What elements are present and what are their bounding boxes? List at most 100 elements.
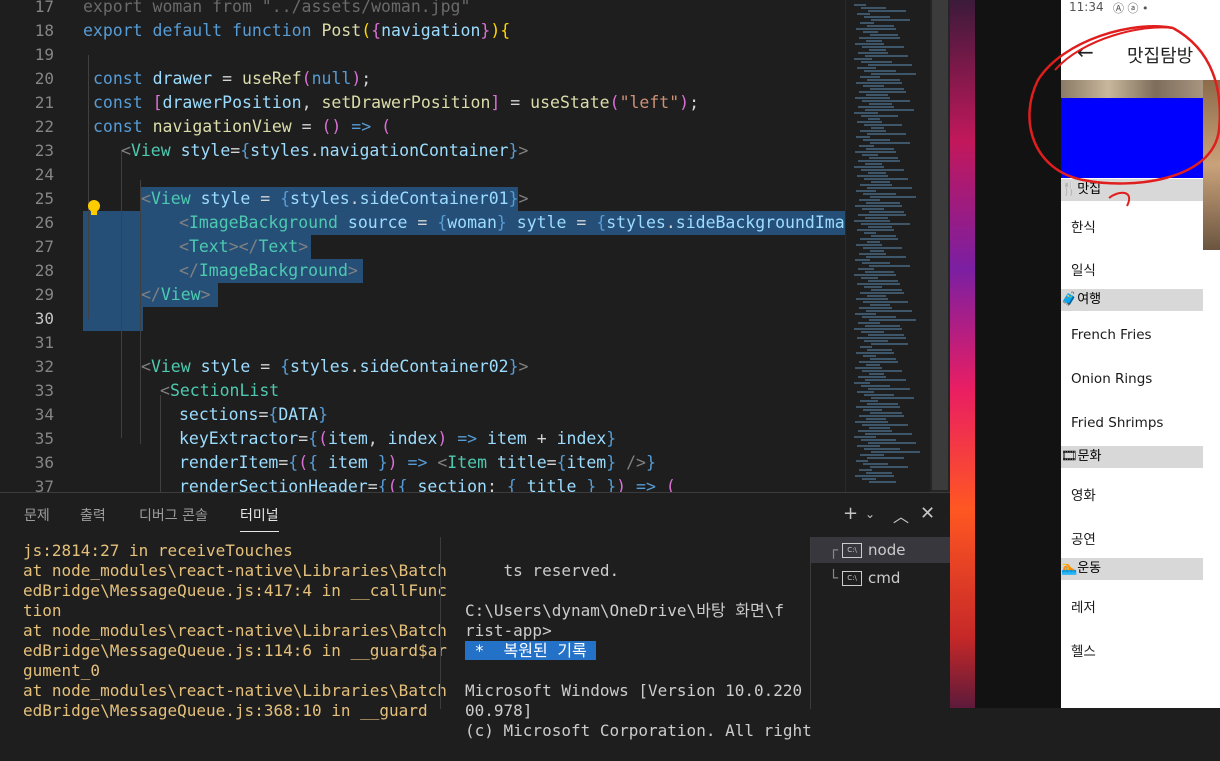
minimap-line xyxy=(860,454,884,456)
code-line[interactable]: const [drawerPosition, setDrawerPosition… xyxy=(93,91,699,115)
minimap-line xyxy=(867,187,912,189)
minimap-line xyxy=(870,304,890,306)
minimap-line xyxy=(866,202,900,204)
list-item[interactable]: 일식 xyxy=(1071,259,1096,279)
line-number: 19 xyxy=(34,45,54,64)
new-terminal-icon[interactable]: + xyxy=(843,503,858,524)
minimap-line xyxy=(858,268,874,270)
code-line[interactable]: <View style={styles.navigationContainer}… xyxy=(121,139,528,163)
indent-guide xyxy=(121,150,122,438)
minimap-line xyxy=(854,382,870,384)
minimap-line xyxy=(871,73,916,75)
minimap-line xyxy=(854,112,878,114)
section-title: 문화 xyxy=(1077,449,1102,464)
minimap-line xyxy=(865,217,888,219)
code-line[interactable]: renderSectionHeader={({ section: { title… xyxy=(179,475,676,492)
code-line[interactable]: </View> xyxy=(141,283,211,307)
terminal-output-right[interactable]: ts reserved. C:\Users\dynam\OneDrive\바탕 … xyxy=(465,541,812,761)
editor-scrollbar-thumb[interactable] xyxy=(932,0,948,490)
minimap-line xyxy=(862,316,896,318)
minimap-line xyxy=(863,463,888,465)
terminal-text: ts reserved. C:\Users\dynam\OneDrive\바탕 … xyxy=(465,561,784,640)
close-icon[interactable]: ✕ xyxy=(920,503,935,524)
code-line[interactable]: </ImageBackground> xyxy=(179,259,358,283)
lightbulb-icon[interactable] xyxy=(86,199,102,217)
code-line[interactable]: <View style = {styles.sideContainer02}> xyxy=(141,355,528,379)
maximize-panel-icon[interactable]: ︿ xyxy=(893,503,909,527)
terminal-item-cmd[interactable]: └ C:\ cmd xyxy=(811,565,951,591)
minimap-line xyxy=(856,406,900,408)
minimap-line xyxy=(870,412,902,414)
minimap-line xyxy=(854,328,902,330)
terminal-item-node[interactable]: ┌ C:\ node xyxy=(811,537,951,563)
minimap-line xyxy=(863,247,902,249)
minimap-line xyxy=(857,175,888,177)
minimap-line xyxy=(855,367,882,369)
minimap-line xyxy=(868,226,892,228)
chevron-down-icon[interactable]: ⌄ xyxy=(865,507,875,521)
tab-debug-console[interactable]: 디버그 콘솔 xyxy=(139,505,208,525)
desktop-wallpaper xyxy=(950,0,975,708)
minimap-line xyxy=(856,298,888,300)
minimap-line xyxy=(857,391,874,393)
indent-guide xyxy=(160,395,161,492)
list-item[interactable]: Fried Shrimps xyxy=(1071,415,1163,431)
minimap-line xyxy=(865,271,894,273)
code-line[interactable]: const drawer = useRef(null); xyxy=(93,67,371,91)
code-editor[interactable]: 17 18 19 20 21 22 23 24 25 26 27 28 29 30 31 32 33 34 35 36… xyxy=(0,0,845,492)
minimap-line xyxy=(856,136,870,138)
minimap-line xyxy=(854,436,876,438)
terminal-text-2: Microsoft Windows [Version 10.0.220 00.9… xyxy=(465,681,812,740)
tree-connector: └ xyxy=(829,569,839,587)
code-line[interactable]: export default function Post({navigation… xyxy=(83,19,510,43)
tab-output[interactable]: 출력 xyxy=(80,505,106,525)
list-item[interactable]: 레저 xyxy=(1071,596,1096,616)
minimap-line xyxy=(865,55,908,57)
minimap-line xyxy=(866,472,892,474)
section-title: 운동 xyxy=(1077,561,1102,576)
minimap-line xyxy=(864,124,902,126)
minimap-line xyxy=(854,4,866,6)
minimap-line xyxy=(858,322,880,324)
minimap-line xyxy=(870,466,908,468)
code-line[interactable]: renderItem={({ item }) => <Item title={i… xyxy=(179,451,656,475)
code-line[interactable]: const navigationView = () => ( xyxy=(93,115,391,139)
minimap-line xyxy=(862,100,910,102)
list-item[interactable]: Onion Rings xyxy=(1071,371,1152,387)
list-item[interactable]: 공연 xyxy=(1071,528,1096,548)
line-number: 30 xyxy=(34,309,54,328)
minimap-line xyxy=(868,442,916,444)
terminal-split-divider[interactable] xyxy=(440,537,441,709)
code-line[interactable]: keyExtractor={(item, index) => item + in… xyxy=(179,427,616,451)
minimap-line xyxy=(855,151,896,153)
terminal-output-left[interactable]: js:2814:27 in receiveTouches at node_mod… xyxy=(23,541,447,721)
code-line[interactable]: export woman from "../assets/woman.jpg" xyxy=(83,0,470,19)
code-line[interactable]: sections={DATA} xyxy=(179,403,328,427)
minimap-line xyxy=(856,244,882,246)
line-number: 36 xyxy=(34,453,54,472)
code-line[interactable]: <Text></Text> xyxy=(179,235,308,259)
minimap-line xyxy=(870,142,910,144)
minimap-line xyxy=(856,460,868,462)
line-number: 17 xyxy=(34,0,54,16)
minimap-line xyxy=(857,229,894,231)
list-item[interactable]: French Fries xyxy=(1071,327,1152,343)
line-number: 34 xyxy=(34,405,54,424)
code-line[interactable]: <View style = {styles.sideContainer01}> xyxy=(141,187,528,211)
list-item[interactable]: 헬스 xyxy=(1071,640,1096,660)
code-line[interactable]: <SectionList xyxy=(160,379,279,403)
list-item[interactable]: 영화 xyxy=(1071,484,1096,504)
minimap-line xyxy=(864,340,888,342)
minimap-line xyxy=(869,49,886,51)
minimap-line xyxy=(859,145,874,147)
minimap-line xyxy=(854,58,872,60)
minimap-line xyxy=(864,448,900,450)
list-item[interactable]: 한식 xyxy=(1071,216,1096,236)
tab-problems[interactable]: 문제 xyxy=(24,505,50,525)
tab-terminal[interactable]: 터미널 xyxy=(240,505,279,532)
minimap-line xyxy=(855,43,884,45)
code-line[interactable]: <ImageBackground source = {woman} sytle … xyxy=(179,211,845,235)
minimap-line xyxy=(857,283,900,285)
minimap-line xyxy=(868,10,906,12)
line-number: 32 xyxy=(34,357,54,376)
